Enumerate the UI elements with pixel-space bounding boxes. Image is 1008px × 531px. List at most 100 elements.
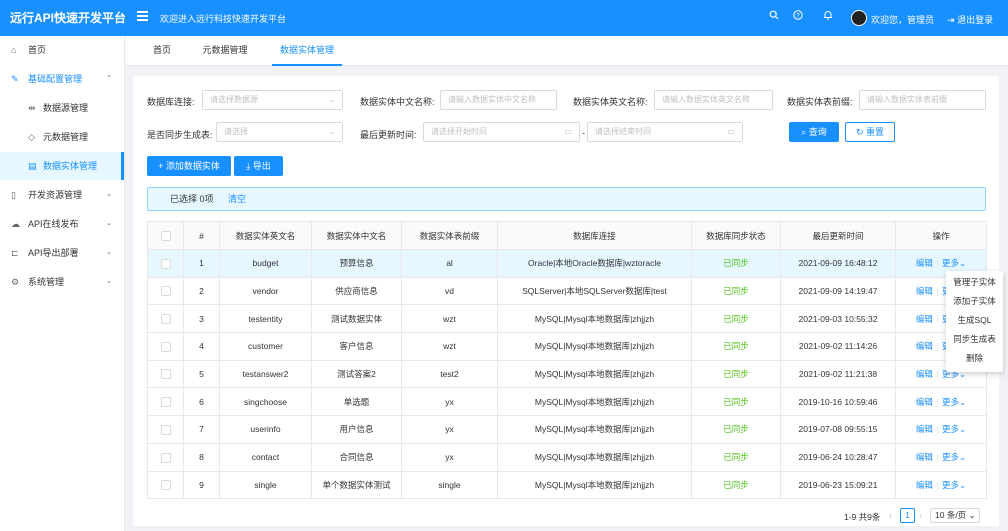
select-all-checkbox[interactable] (160, 230, 171, 241)
entity-en-name: budget (219, 249, 312, 278)
entity-prefix: vd (401, 276, 498, 306)
page-size-select[interactable]: 10 条/页 ⌄ (930, 508, 980, 523)
column-header: 最后更新时间 (780, 221, 896, 250)
prefix-input[interactable]: 请输入数据实体表前缀 (859, 90, 986, 110)
sidebar-item-data-entity[interactable]: ▤ 数据实体管理 (0, 152, 124, 180)
row-index: 8 (183, 442, 220, 472)
column-header: 数据实体表前缀 (401, 221, 498, 250)
bell-icon[interactable] (821, 10, 835, 24)
app-title: 远行API快速开发平台 (10, 11, 127, 25)
en-name-input[interactable]: 请输入数据实体英文名称 (654, 90, 773, 110)
sidebar-item-datasource[interactable]: ⇹ 数据源管理 (0, 94, 124, 122)
start-time-input[interactable]: 请选择开始时间 ▭ (423, 122, 580, 142)
chevron-down-icon: ⌄ (106, 249, 112, 256)
entity-cn-name: 客户信息 (311, 332, 402, 361)
chevron-down-icon: ⌄ (328, 95, 335, 104)
sidebar-item-api-export[interactable]: ⊏ API导出部署 ⌄ (0, 239, 124, 267)
edit-link[interactable]: 编辑 (916, 452, 933, 462)
row-select-cell[interactable] (147, 249, 184, 278)
edit-link[interactable]: 编辑 (916, 314, 933, 324)
more-link[interactable]: 更多⌄ (942, 397, 966, 407)
edit-link[interactable]: 编辑 (916, 369, 933, 379)
logout-icon: ⇥ (947, 15, 955, 25)
user-greeting[interactable]: 欢迎您，管理员 (871, 13, 934, 26)
search-button[interactable]: ⌕ 查询 (789, 122, 839, 142)
row-select-cell[interactable] (147, 442, 184, 472)
menu-item-delete[interactable]: 删除 (946, 349, 1003, 368)
entity-en-name: userinfo (219, 415, 312, 444)
menu-toggle-icon[interactable] (137, 11, 148, 21)
export-button[interactable]: ⤓ 导出 (234, 156, 283, 176)
edit-link[interactable]: 编辑 (916, 341, 933, 351)
add-entity-button[interactable]: + 添加数据实体 (147, 156, 231, 176)
prev-page-icon[interactable]: ‹ (889, 510, 892, 520)
more-link[interactable]: 更多⌄ (942, 258, 966, 268)
tab-home[interactable]: 首页 (147, 36, 177, 66)
edit-link[interactable]: 编辑 (916, 397, 933, 407)
edit-link[interactable]: 编辑 (916, 258, 933, 268)
menu-item-manage-child[interactable]: 管理子实体 (946, 273, 1003, 292)
more-link[interactable]: 更多⌄ (942, 480, 966, 490)
more-link[interactable]: 更多⌄ (942, 452, 966, 462)
entity-cn-name: 测试答案2 (311, 359, 402, 389)
row-select-cell[interactable] (147, 359, 184, 389)
row-checkbox[interactable] (160, 369, 171, 380)
sidebar-item-home[interactable]: ⌂ 首页 (0, 36, 124, 64)
sidebar-item-basic-config[interactable]: ✎ 基础配置管理 ⌃ (0, 65, 124, 93)
divider (936, 398, 938, 407)
sidebar-item-metadata[interactable]: ◇ 元数据管理 (0, 123, 124, 151)
row-select-cell[interactable] (147, 387, 184, 417)
row-checkbox[interactable] (160, 452, 171, 463)
end-time-placeholder: 请选择结束时间 (595, 127, 651, 136)
reset-button[interactable]: ↻ 重置 (845, 122, 895, 142)
row-checkbox[interactable] (160, 314, 171, 325)
help-icon[interactable]: ? (791, 10, 805, 24)
edit-link[interactable]: 编辑 (916, 286, 933, 296)
sync-status: 已同步 (691, 276, 781, 306)
edit-link[interactable]: 编辑 (916, 480, 933, 490)
avatar[interactable] (851, 10, 867, 26)
menu-item-sync-table[interactable]: 同步生成表 (946, 330, 1003, 349)
sidebar-item-system[interactable]: ⚙ 系统管理 ⌄ (0, 268, 124, 296)
update-time: 2019-10-16 10:59:46 (780, 387, 896, 417)
chevron-down-icon: ⌄ (958, 424, 967, 435)
page-number-button[interactable]: 1 (900, 508, 915, 523)
table-row: 5 testanswer2 测试答案2 test2 MySQL|Mysql本地数据库|z… (147, 359, 987, 389)
sync-placeholder: 请选择 (224, 127, 248, 136)
end-time-input[interactable]: 请选择结束时间 ▭ (587, 122, 743, 142)
row-select-cell[interactable] (147, 470, 184, 500)
row-checkbox[interactable] (160, 424, 171, 435)
row-checkbox[interactable] (160, 258, 171, 269)
logout-button[interactable]: ⇥ 退出登录 (947, 13, 993, 26)
tab-data-entity[interactable]: 数据实体管理 (272, 36, 342, 66)
sidebar-item-api-publish[interactable]: ☁ API在线发布 ⌄ (0, 210, 124, 238)
tab-metadata[interactable]: 元数据管理 (200, 36, 250, 66)
row-select-cell[interactable] (147, 332, 184, 361)
next-page-icon[interactable]: › (919, 510, 922, 520)
more-link[interactable]: 更多⌄ (942, 424, 966, 434)
row-select-cell[interactable] (147, 276, 184, 306)
reset-button-label: 重置 (866, 127, 885, 137)
clear-selection-link[interactable]: 清空 (228, 188, 246, 210)
row-checkbox[interactable] (160, 480, 171, 491)
cn-name-input[interactable]: 请输入数据实体中文名称 (440, 90, 557, 110)
row-checkbox[interactable] (160, 286, 171, 297)
db-connection: MySQL|Mysql本地数据库|zhjjzh (497, 470, 692, 500)
table-row: 9 single 单个数据实体测试 single MySQL|Mysql本地数据库|zh… (147, 470, 987, 500)
search-icon[interactable] (767, 10, 781, 24)
row-actions: 编辑更多⌄ (895, 415, 987, 444)
refresh-icon: ↻ (855, 127, 864, 137)
update-time-label: 最后更新时间: (360, 130, 417, 140)
edit-link[interactable]: 编辑 (916, 424, 933, 434)
row-checkbox[interactable] (160, 397, 171, 408)
select-all-cell[interactable] (147, 221, 184, 250)
column-header: # (183, 221, 220, 250)
row-checkbox[interactable] (160, 341, 171, 352)
db-conn-select[interactable]: 请选择数据源 ⌄ (202, 90, 343, 110)
sidebar-item-dev-resource[interactable]: ▯ 开发资源管理 ⌄ (0, 181, 124, 209)
menu-item-generate-sql[interactable]: 生成SQL (946, 311, 1003, 330)
sync-select[interactable]: 请选择 ⌄ (216, 122, 343, 142)
menu-item-add-child[interactable]: 添加子实体 (946, 292, 1003, 311)
row-select-cell[interactable] (147, 415, 184, 444)
row-select-cell[interactable] (147, 304, 184, 334)
